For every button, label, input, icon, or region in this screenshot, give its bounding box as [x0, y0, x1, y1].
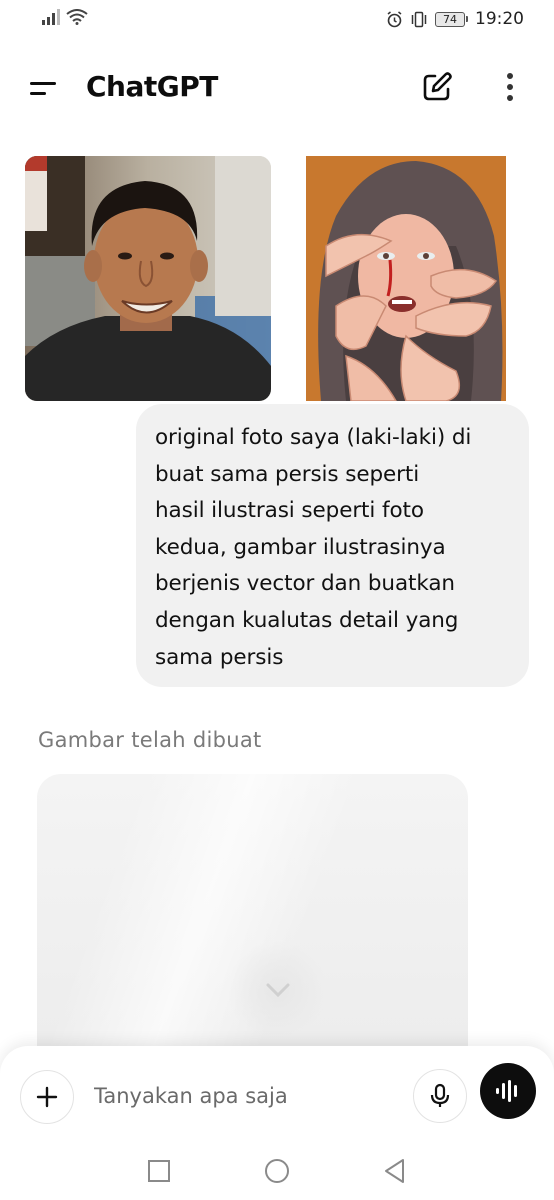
signal-icon [42, 9, 60, 25]
alarm-icon [387, 10, 402, 27]
reference-illustration-image[interactable] [306, 156, 506, 401]
more-options-button[interactable] [500, 70, 520, 106]
add-attachment-button[interactable] [20, 1070, 74, 1124]
new-chat-button[interactable] [420, 70, 454, 104]
dictation-button[interactable] [413, 1069, 467, 1123]
plus-icon [36, 1086, 58, 1108]
user-message-bubble: original foto saya (laki-laki) di buat s… [136, 404, 529, 687]
voice-mode-button[interactable] [480, 1063, 536, 1119]
more-vertical-icon [507, 73, 513, 101]
wifi-icon [66, 9, 88, 25]
back-button[interactable] [380, 1156, 410, 1186]
clock: 19:20 [475, 9, 524, 29]
battery-indicator: 74 [435, 11, 465, 27]
message-input[interactable] [94, 1072, 394, 1120]
square-icon [148, 1160, 170, 1182]
vibrate-icon [411, 11, 427, 27]
menu-icon [30, 82, 56, 95]
chevron-down-icon [266, 983, 290, 998]
home-button[interactable] [262, 1156, 292, 1186]
user-selfie-image[interactable] [25, 156, 271, 401]
circle-icon [265, 1159, 289, 1183]
battery-cap [466, 16, 468, 22]
recent-apps-button[interactable] [144, 1156, 174, 1186]
triangle-back-icon [385, 1159, 404, 1183]
new-chat-icon [423, 72, 452, 101]
user-message-text: original foto saya (laki-laki) di buat s… [155, 425, 472, 670]
app-title: ChatGPT [86, 70, 218, 103]
image-generated-status: Gambar telah dibuat [38, 728, 262, 752]
voice-waveform-icon [496, 1080, 517, 1102]
generated-image-placeholder[interactable] [37, 774, 468, 1074]
composer-bar [0, 1046, 554, 1136]
menu-button[interactable] [28, 74, 58, 102]
microphone-icon [430, 1083, 450, 1107]
app-header: ChatGPT [0, 58, 554, 118]
status-bar: 74 19:20 [0, 0, 554, 40]
system-navigation-bar [0, 1136, 554, 1200]
